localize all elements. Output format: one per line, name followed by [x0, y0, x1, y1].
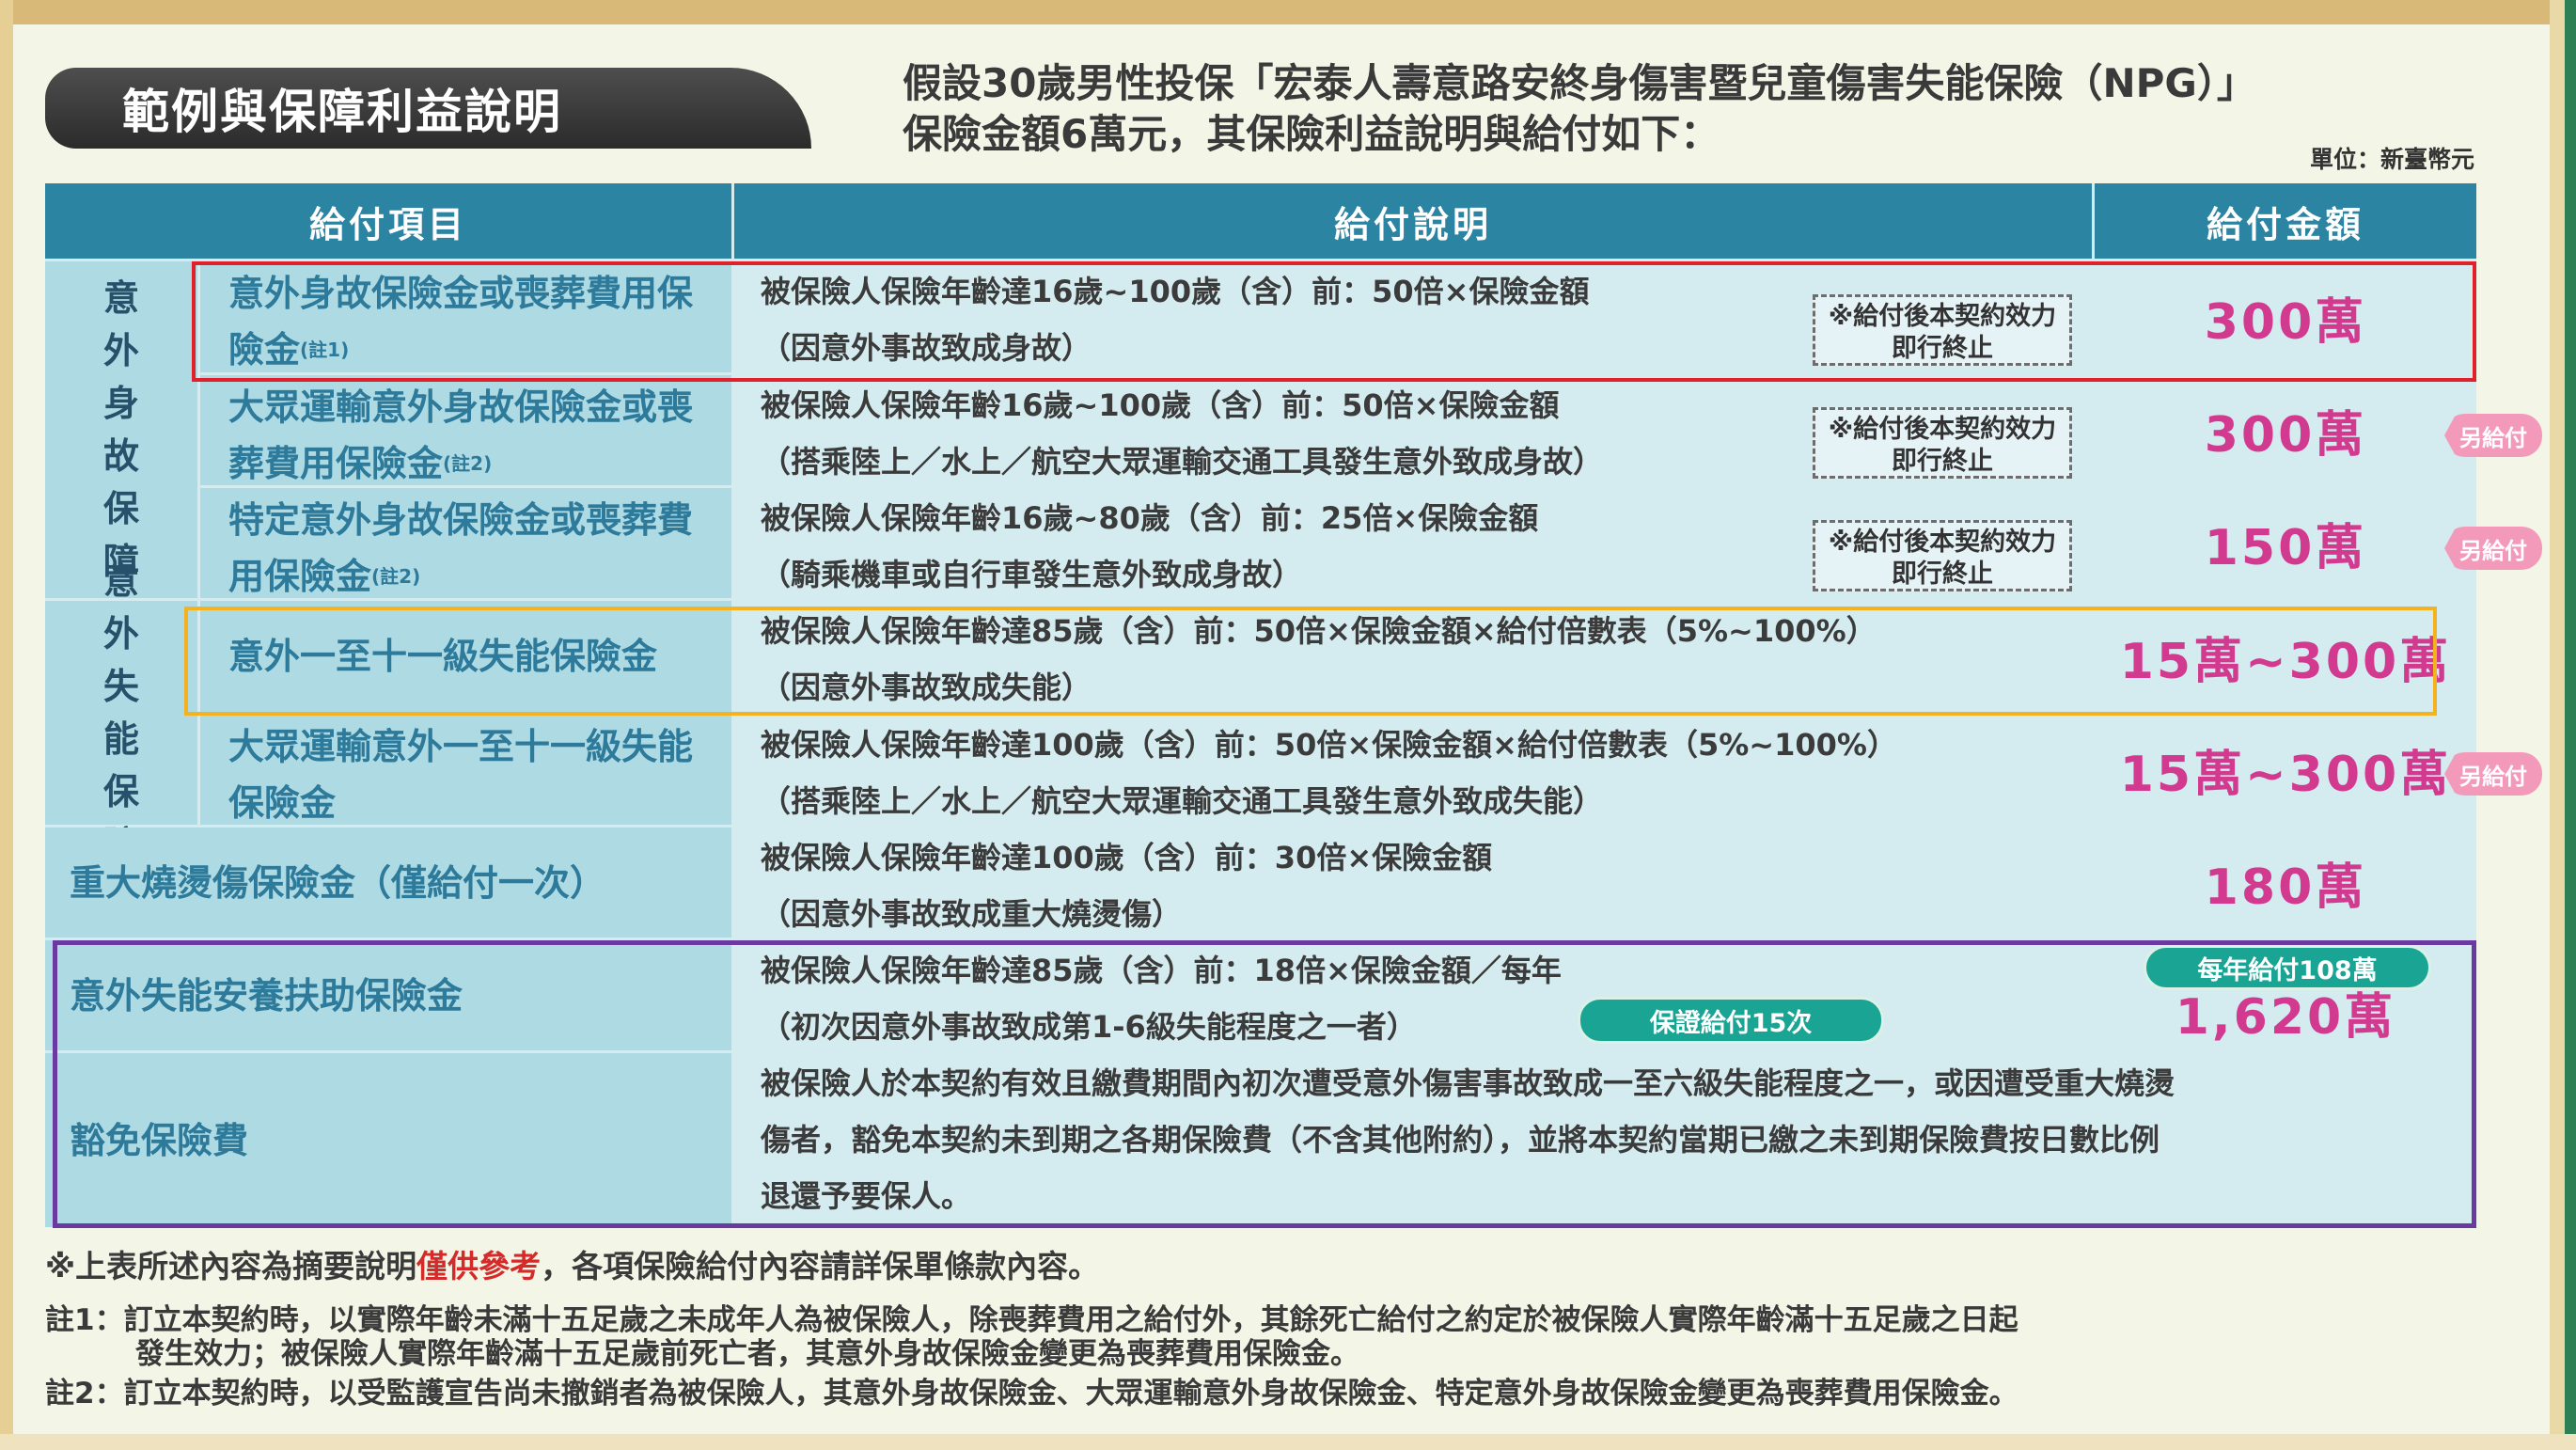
double-pay-tag: 另給付 — [2444, 414, 2542, 457]
row-5-desc-1: 被保險人保險年齡達100歲（含）前：30倍×保險金額 — [761, 840, 1493, 875]
footer-disclaimer: ※上表所述內容為摘要說明僅供參考，各項保險給付內容請詳保單條款內容。 — [45, 1241, 1099, 1286]
header-description: 給付說明 — [734, 183, 2092, 259]
header-amount: 給付金額 — [2095, 183, 2476, 259]
row-1-note: (註2) — [443, 452, 493, 475]
row-2-item-text: 特定意外身故保險金或喪葬費用保險金 — [228, 499, 694, 597]
unit-label: 單位：新臺幣元 — [2309, 146, 2474, 173]
row-2-termination-note: ※給付後本契約效力即行終止 — [1813, 520, 2072, 591]
double-pay-tag: 另給付 — [2444, 527, 2542, 570]
row-4-desc-2: （搭乘陸上／水上／航空大眾運輸交通工具發生意外致成失能） — [761, 783, 1604, 819]
double-pay-tag: 另給付 — [2444, 752, 2542, 796]
row-5-item: 重大燒燙傷保險金（僅給付一次） — [45, 827, 731, 938]
intro-text: 假設30歲男性投保「宏泰人壽意路安終身傷害暨兒童傷害失能保險（NPG）」 保險金… — [903, 58, 2501, 160]
highlight-purple-box — [53, 940, 2476, 1228]
header-item: 給付項目 — [45, 183, 731, 259]
bottom-border — [0, 1434, 2576, 1450]
category-accidental-disability: 意外失能保障 — [45, 560, 197, 865]
left-border — [0, 0, 13, 1450]
right-border-light — [2550, 0, 2565, 1450]
row-2-note: (註2) — [371, 565, 421, 588]
row-2-amount: 150萬 — [2095, 488, 2476, 598]
right-border — [2565, 0, 2576, 1450]
footnote-2: 註2：訂立本契約時，以受監護宣告尚未撤銷者為被保險人，其意外身故保險金、大眾運輸… — [45, 1377, 2018, 1411]
row-5-desc-2: （因意外事故致成重大燒燙傷） — [761, 896, 1183, 932]
intro-line-1: 假設30歲男性投保「宏泰人壽意路安終身傷害暨兒童傷害失能保險（NPG）」 — [903, 60, 2256, 106]
row-1-termination-note: ※給付後本契約效力即行終止 — [1813, 407, 2072, 479]
row-5-item-text: 重大燒燙傷保險金（僅給付一次） — [70, 861, 606, 904]
category-accidental-death: 意外身故保障 — [45, 261, 197, 598]
footnote-1-continued: 發生效力；被保險人實際年齡滿十五足歲前死亡者，其意外身故保險金變更為喪葬費用保險… — [135, 1337, 1359, 1371]
highlight-red-box — [192, 261, 2476, 382]
row-1-item: 大眾運輸意外身故保險金或喪葬費用保險金(註2) — [200, 375, 731, 485]
highlight-yellow-box — [184, 607, 2437, 716]
row-4-amount: 15萬~300萬 — [2095, 715, 2476, 825]
row-4-desc-1: 被保險人保險年齡達100歲（含）前：50倍×保險金額×給付倍數表（5%~100%… — [761, 727, 1897, 763]
row-4-description: 被保險人保險年齡達100歲（含）前：50倍×保險金額×給付倍數表（5%~100%… — [734, 715, 2092, 825]
top-stripe — [0, 0, 2576, 24]
row-2-item: 特定意外身故保險金或喪葬費用保險金(註2) — [200, 488, 731, 598]
row-4-item: 大眾運輸意外一至十一級失能保險金 — [200, 715, 731, 825]
disclaimer-emphasis: 僅供參考 — [416, 1248, 542, 1285]
category-death-label: 意外身故保障 — [102, 277, 139, 582]
disclaimer-text: ※上表所述內容為摘要說明 — [45, 1248, 417, 1285]
intro-line-2: 保險金額6萬元，其保險利益說明與給付如下： — [903, 111, 1720, 157]
row-4-item-text: 大眾運輸意外一至十一級失能保險金 — [228, 726, 694, 824]
section-title: 範例與保障利益說明 — [122, 85, 562, 139]
row-1-amount: 300萬 — [2095, 375, 2476, 485]
disclaimer-text-end: ，各項保險給付內容請詳保單條款內容。 — [541, 1248, 1100, 1285]
row-5-amount: 180萬 — [2095, 827, 2476, 938]
row-5-description: 被保險人保險年齡達100歲（含）前：30倍×保險金額 （因意外事故致成重大燒燙傷… — [734, 827, 2092, 938]
category-disability-label: 意外失能保障 — [102, 560, 139, 865]
section-title-banner: 範例與保障利益說明 — [45, 68, 811, 149]
